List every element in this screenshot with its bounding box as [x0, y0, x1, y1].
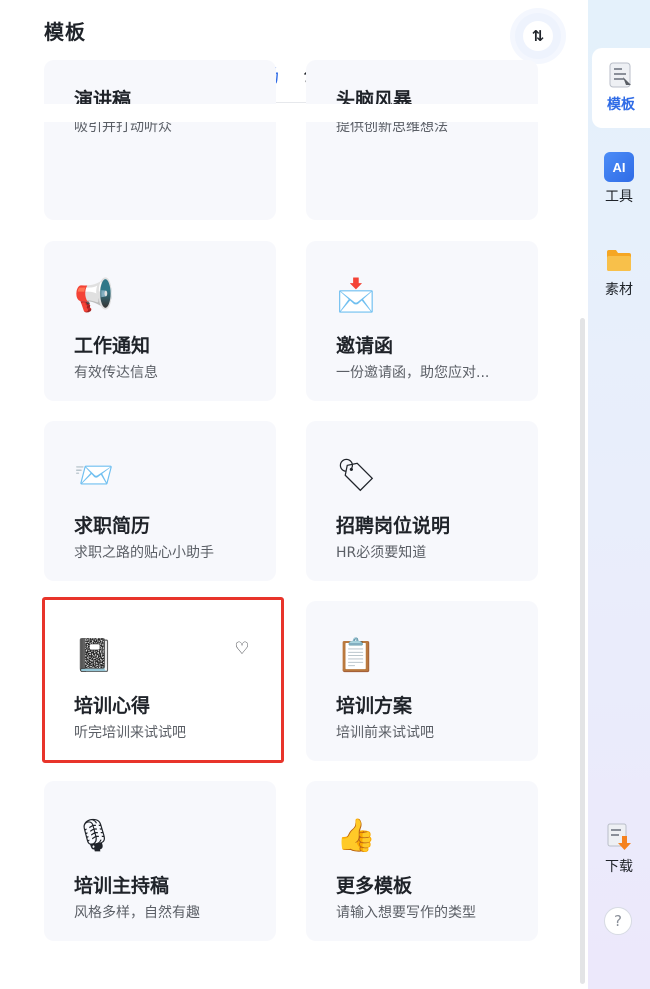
card-description: HR必须要知道: [336, 545, 427, 561]
mail-tray-icon: 📨: [74, 456, 114, 494]
list-top-edge: [0, 104, 580, 122]
envelope-icon: 📩: [336, 276, 376, 314]
help-icon[interactable]: ?: [604, 907, 632, 935]
card-title: 更多模板: [336, 875, 413, 897]
folder-icon: [604, 245, 634, 275]
sidebar-item-tools[interactable]: AI 工具: [588, 152, 650, 206]
card-title: 培训主持稿: [74, 875, 170, 897]
template-card-training-host-script[interactable]: 🎙 培训主持稿 风格多样，自然有趣: [44, 781, 276, 941]
template-card-training-plan[interactable]: 📋 培训方案 培训前来试试吧: [306, 601, 538, 761]
card-description: 风格多样，自然有趣: [74, 905, 200, 921]
sidebar-item-template[interactable]: 模板: [592, 48, 650, 128]
megaphone-icon: 📢: [74, 276, 114, 314]
card-description: 培训前来试试吧: [336, 725, 434, 741]
template-card-job-description[interactable]: 🏷 招聘岗位说明 HR必须要知道: [306, 421, 538, 581]
template-icon: [606, 60, 636, 90]
download-icon: [604, 822, 634, 852]
card-title: 招聘岗位说明: [336, 515, 451, 537]
right-sidebar: 模板 AI 工具 素材 下载 ?: [588, 0, 650, 989]
sidebar-item-download[interactable]: 下载: [588, 822, 650, 876]
template-card-work-notice[interactable]: 📢 工作通知 有效传达信息: [44, 241, 276, 401]
card-description: 请输入想要写作的类型: [336, 905, 476, 921]
ai-tool-icon-text: AI: [612, 159, 626, 175]
sidebar-item-materials[interactable]: 素材: [588, 245, 650, 299]
template-panel: 模板 ⇅ 全部 收藏 营销 职场 公文 新闻 学习 创作 演讲稿 吸引并打动听众…: [0, 0, 588, 989]
card-description: 一份邀请函，助您应对...: [336, 365, 490, 381]
card-description: 有效传达信息: [74, 365, 158, 381]
card-title: 邀请函: [336, 335, 394, 357]
favorite-heart-icon[interactable]: ♡: [232, 639, 252, 659]
scrollbar[interactable]: [580, 318, 585, 984]
card-title: 工作通知: [74, 335, 151, 357]
studio-microphone-icon: 🎙: [74, 816, 115, 854]
sidebar-item-label: 模板: [607, 97, 635, 113]
sort-icon: ⇅: [523, 21, 553, 51]
sidebar-item-label: 素材: [605, 282, 633, 298]
template-card-invitation[interactable]: 📩 邀请函 一份邀请函，助您应对...: [306, 241, 538, 401]
clipboard-icon: 📋: [336, 636, 376, 674]
sidebar-item-label: 工具: [605, 189, 633, 205]
card-description: 求职之路的贴心小助手: [74, 545, 214, 561]
card-description: 听完培训来试试吧: [74, 725, 186, 741]
template-card-brainstorm[interactable]: 头脑风暴 提供创新思维想法: [306, 60, 538, 220]
panel-title: 模板: [44, 20, 86, 44]
card-title: 培训方案: [336, 695, 413, 717]
template-card-speech[interactable]: 演讲稿 吸引并打动听众: [44, 60, 276, 220]
thumbs-up-icon: 👍: [336, 816, 376, 854]
sort-button[interactable]: ⇅: [515, 13, 561, 59]
template-card-more-templates[interactable]: 👍 更多模板 请输入想要写作的类型: [306, 781, 538, 941]
tag-icon: 🏷: [336, 456, 377, 494]
ai-tool-icon: AI: [604, 152, 634, 182]
notebook-icon: 📓: [74, 636, 114, 674]
sidebar-item-label: 下载: [605, 859, 633, 875]
template-card-training-reflection[interactable]: 📓 ♡ 培训心得 听完培训来试试吧: [44, 601, 276, 761]
card-title: 培训心得: [74, 695, 151, 717]
card-title: 求职简历: [74, 515, 151, 537]
template-card-resume[interactable]: 📨 求职简历 求职之路的贴心小助手: [44, 421, 276, 581]
